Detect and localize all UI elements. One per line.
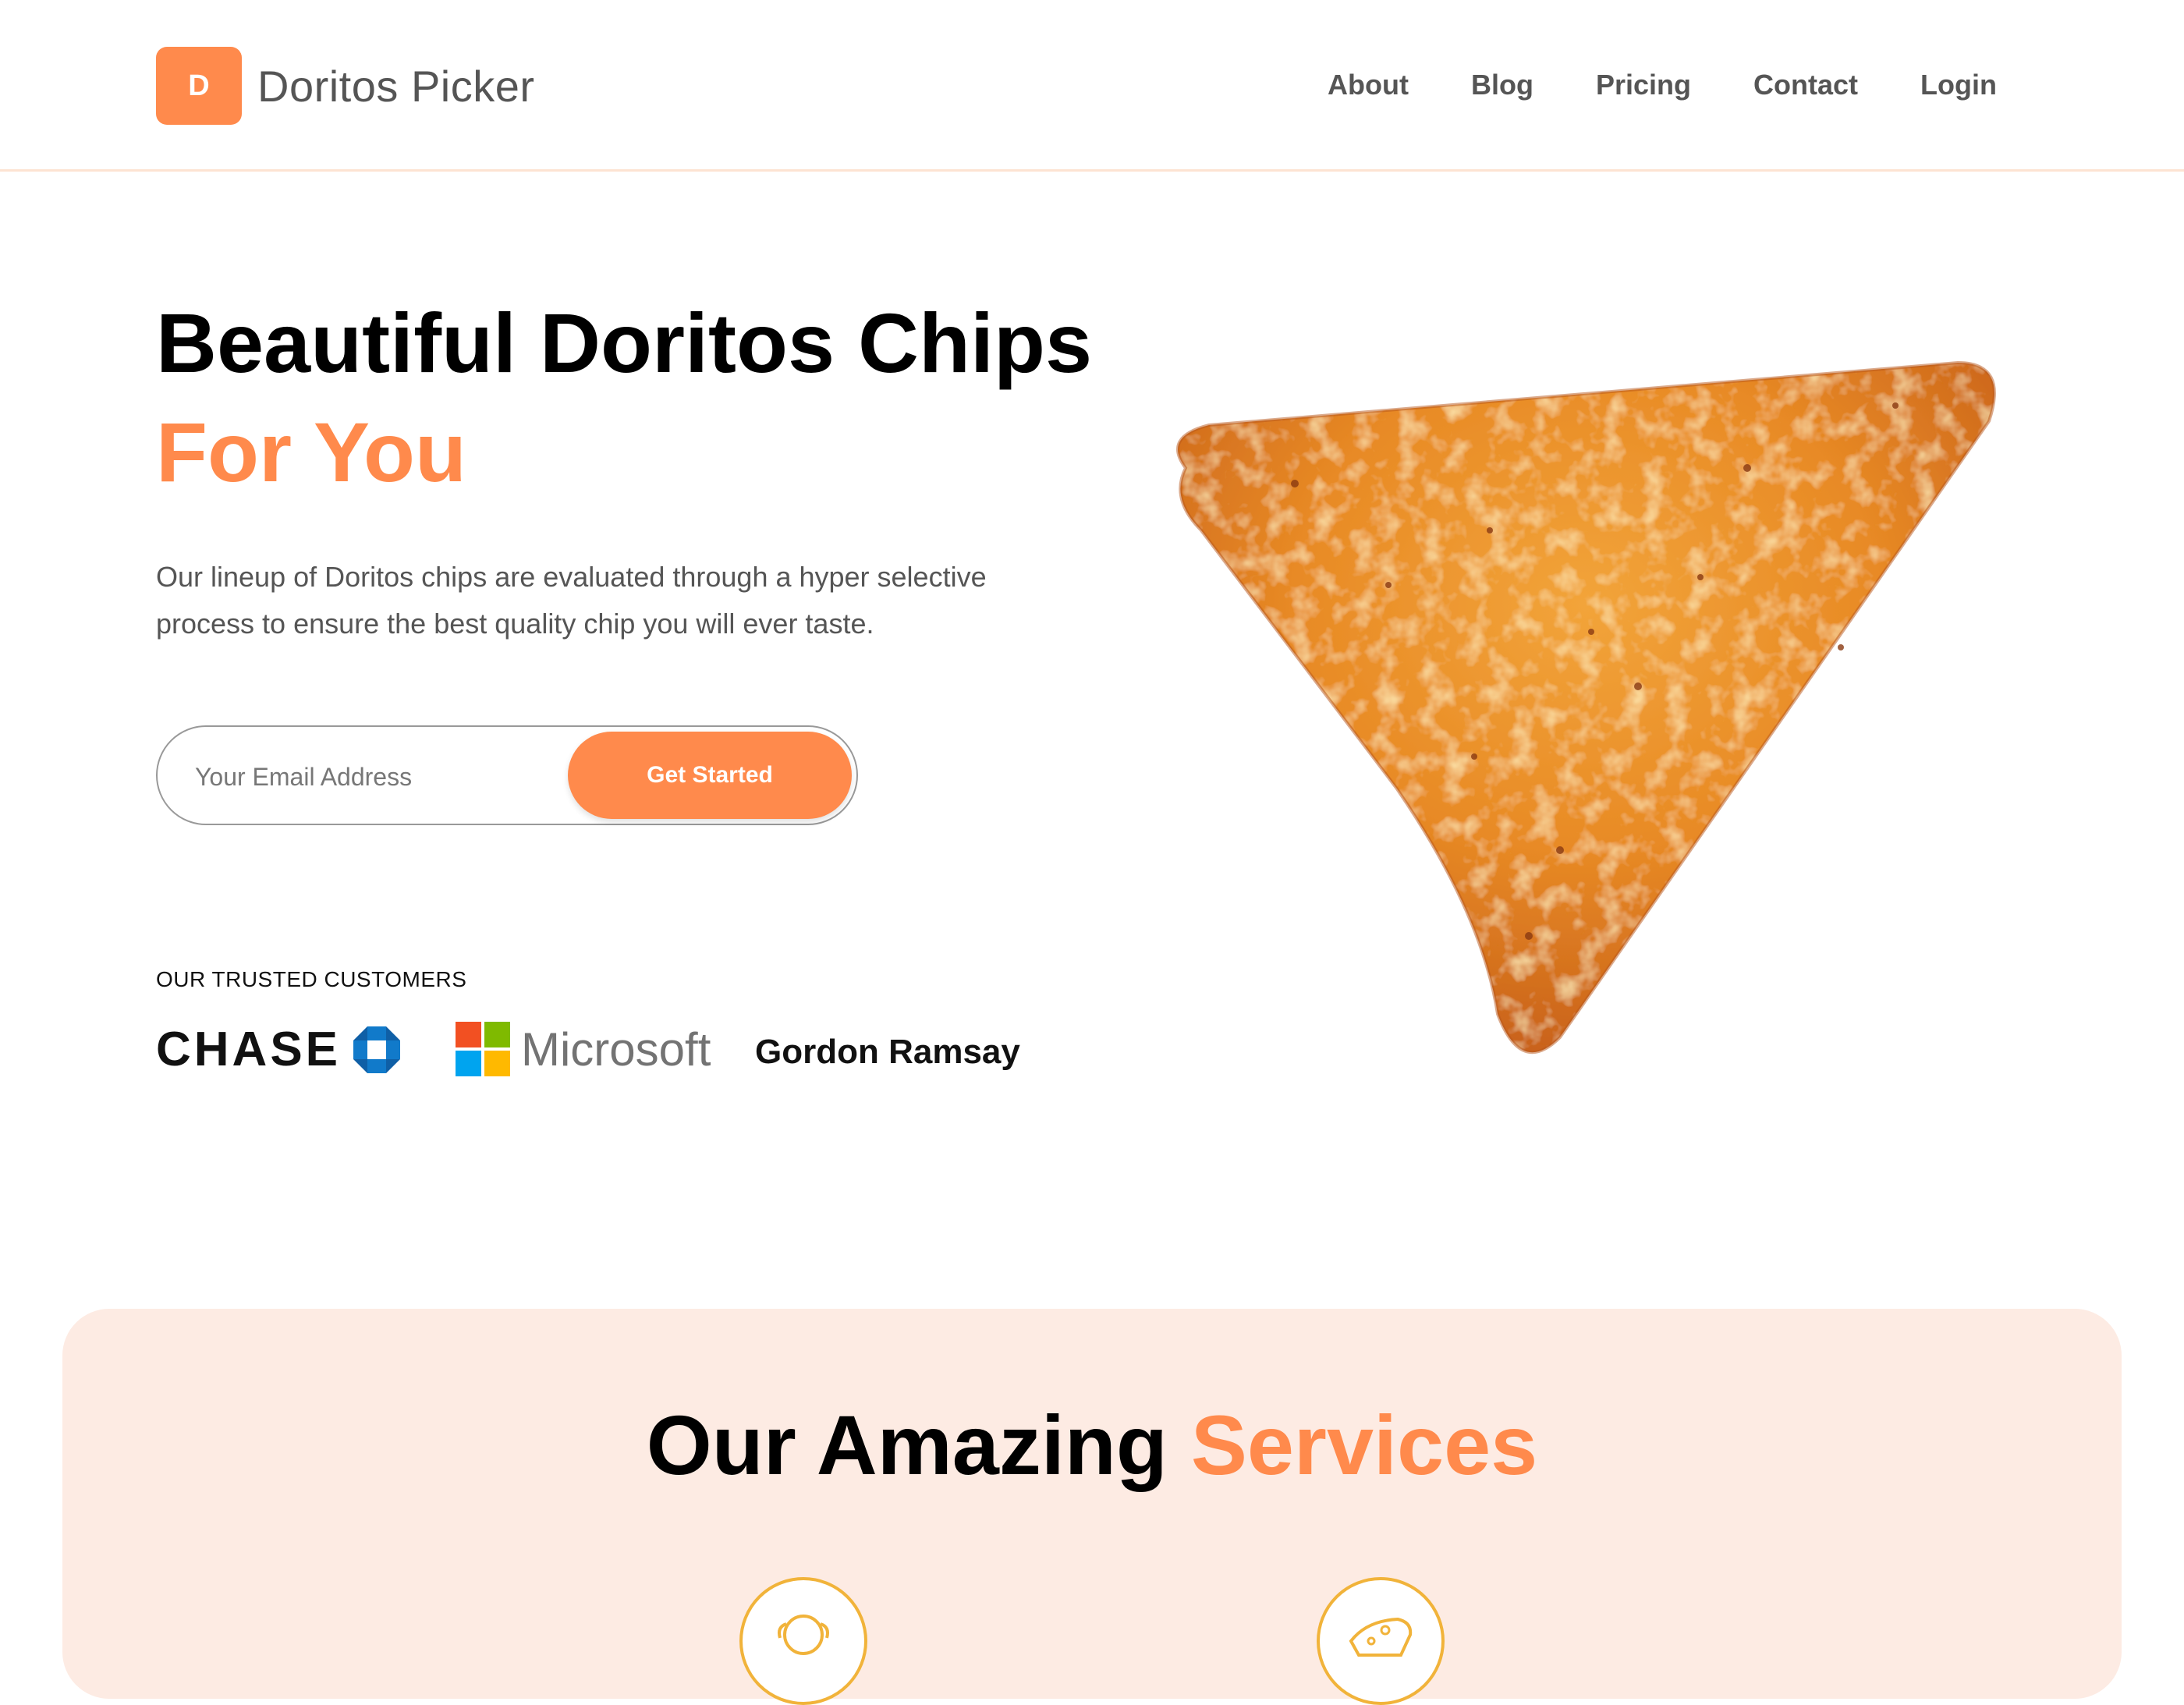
service-person-icon xyxy=(739,1577,867,1705)
hero-title-line1: Beautiful Doritos Chips xyxy=(156,296,1093,390)
nav-about-link[interactable]: About xyxy=(1328,69,1409,101)
chase-logo-text: CHASE xyxy=(156,1023,342,1076)
services-section xyxy=(62,1309,2122,1699)
hero-title: Beautiful Doritos Chips For You xyxy=(156,289,1092,508)
trusted-customers-label: OUR TRUSTED CUSTOMERS xyxy=(156,967,467,991)
microsoft-logo-text: Microsoft xyxy=(521,1023,711,1076)
chase-octagon-icon xyxy=(353,1026,401,1073)
hero-description: Our lineup of Doritos chips are evaluate… xyxy=(156,561,987,640)
brand-name[interactable]: Doritos Picker xyxy=(257,61,535,112)
nav-login-link[interactable]: Login xyxy=(1920,69,1997,101)
gordon-ramsay-logo: Gordon Ramsay xyxy=(755,1033,1020,1071)
microsoft-logo: Microsoft xyxy=(456,1022,711,1076)
main-nav: About Blog Pricing Contact Login xyxy=(1328,69,1997,101)
nav-pricing-link[interactable]: Pricing xyxy=(1596,69,1691,101)
hero-title-line2: For You xyxy=(156,405,466,500)
services-title-part2: Services xyxy=(1190,1398,1538,1492)
site-header: D Doritos Picker About Blog Pricing Cont… xyxy=(0,0,2184,172)
nav-blog-link[interactable]: Blog xyxy=(1471,69,1533,101)
service-chip-icon xyxy=(1317,1577,1445,1705)
brand-logo[interactable]: D xyxy=(156,47,242,125)
services-title: Our Amazing Services xyxy=(0,1396,2184,1494)
email-input[interactable] xyxy=(195,753,546,800)
microsoft-windows-icon xyxy=(456,1022,510,1076)
chase-logo: CHASE xyxy=(156,1022,402,1077)
doritos-chip-image xyxy=(1176,360,1996,1055)
email-signup-form: Get Started xyxy=(156,725,858,825)
get-started-button[interactable]: Get Started xyxy=(568,732,852,819)
customer-logos: CHASE Microsoft Gordon Ramsay xyxy=(156,1014,1092,1084)
services-title-part1: Our Amazing xyxy=(646,1398,1168,1492)
nav-contact-link[interactable]: Contact xyxy=(1753,69,1858,101)
